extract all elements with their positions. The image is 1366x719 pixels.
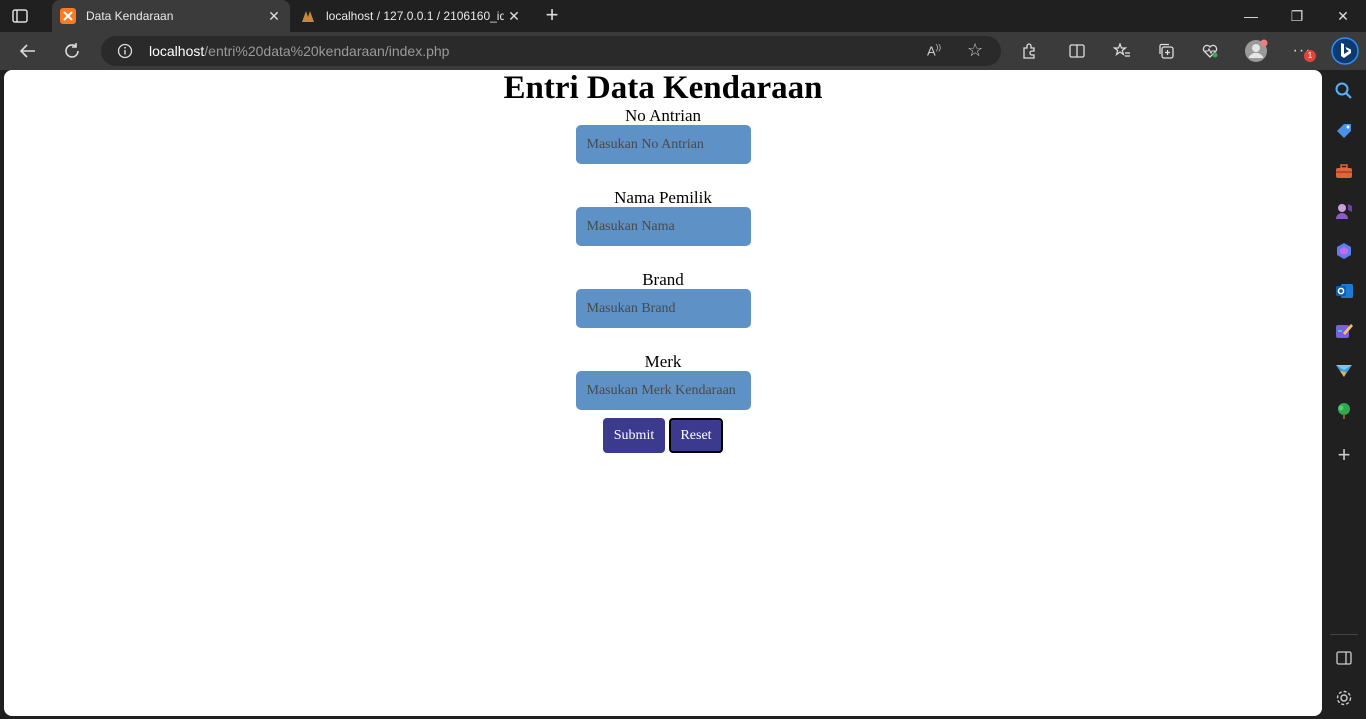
add-icon[interactable]: + <box>1334 444 1354 466</box>
address-bar[interactable]: localhost/entri%20data%20kendaraan/index… <box>101 36 1001 66</box>
sidebar-toggle-icon[interactable] <box>1334 648 1354 668</box>
tab-title: localhost / 127.0.0.1 / 2106160_id… <box>326 9 504 23</box>
tree-icon[interactable] <box>1334 401 1354 421</box>
phpmyadmin-favicon-icon <box>300 8 316 24</box>
edge-sidebar: + <box>1322 70 1366 719</box>
web-page: Entri Data Kendaraan No Antrian Nama Pem… <box>4 70 1322 716</box>
tab-title: Data Kendaraan <box>86 9 174 23</box>
site-info-icon[interactable] <box>117 43 133 59</box>
nama-pemilik-input[interactable] <box>575 207 751 246</box>
profile-avatar-icon[interactable] <box>1242 38 1270 64</box>
brand-label: Brand <box>642 270 684 289</box>
no-antrian-label: No Antrian <box>624 106 702 125</box>
field-group-brand: Brand <box>4 270 1322 352</box>
close-tab-icon[interactable]: ✕ <box>264 8 284 25</box>
toolbox-icon[interactable] <box>1334 161 1354 181</box>
designer-icon[interactable] <box>1334 321 1354 341</box>
outlook-icon[interactable] <box>1334 281 1354 301</box>
tab-bar: Data Kendaraan ✕ localhost / 127.0.0.1 /… <box>0 0 1366 32</box>
read-aloud-icon[interactable]: A)) <box>927 43 941 58</box>
collections-icon[interactable] <box>1152 38 1180 64</box>
no-antrian-input[interactable] <box>575 125 751 164</box>
close-tab-icon[interactable]: ✕ <box>504 8 524 25</box>
url-text: localhost/entri%20data%20kendaraan/index… <box>149 43 449 59</box>
brand-input[interactable] <box>575 289 751 328</box>
settings-icon[interactable] <box>1334 688 1354 708</box>
nama-pemilik-label: Nama Pemilik <box>614 188 712 207</box>
refresh-icon[interactable] <box>58 38 86 64</box>
tag-icon[interactable] <box>1334 121 1354 141</box>
tab-data-kendaraan[interactable]: Data Kendaraan ✕ <box>52 0 290 32</box>
restore-icon[interactable]: ❐ <box>1274 0 1320 32</box>
new-tab-icon[interactable]: + <box>540 4 564 28</box>
toolbar: localhost/entri%20data%20kendaraan/index… <box>0 32 1366 70</box>
xampp-favicon-icon <box>60 8 76 24</box>
form-buttons: Submit Reset <box>4 418 1322 453</box>
bing-copilot-icon[interactable] <box>1330 35 1360 67</box>
field-group-merk: Merk <box>4 352 1322 414</box>
copilot-icon[interactable] <box>1334 241 1354 261</box>
performance-heart-icon[interactable] <box>1196 38 1224 64</box>
close-window-icon[interactable]: ✕ <box>1320 0 1366 32</box>
reset-button[interactable]: Reset <box>669 418 723 453</box>
tab-actions-icon[interactable] <box>10 6 38 26</box>
merk-label: Merk <box>644 352 682 371</box>
submit-button[interactable]: Submit <box>603 418 665 453</box>
field-group-nama-pemilik: Nama Pemilik <box>4 188 1322 270</box>
back-icon[interactable] <box>14 38 42 64</box>
merk-input[interactable] <box>575 371 751 410</box>
field-group-no-antrian: No Antrian <box>4 106 1322 188</box>
extensions-icon[interactable] <box>1015 38 1043 64</box>
games-icon[interactable] <box>1334 201 1354 221</box>
url-path: /entri%20data%20kendaraan/index.php <box>204 43 450 59</box>
search-icon[interactable] <box>1334 81 1354 101</box>
more-menu-icon[interactable]: ··· 1 <box>1288 38 1316 64</box>
notification-badge: 1 <box>1304 50 1316 62</box>
sidebar-divider <box>1330 634 1358 635</box>
page-title: Entri Data Kendaraan <box>503 70 823 106</box>
favorites-icon[interactable] <box>1108 38 1136 64</box>
favorite-star-icon[interactable]: ☆ <box>967 40 983 61</box>
tab-phpmyadmin[interactable]: localhost / 127.0.0.1 / 2106160_id… ✕ <box>292 0 530 32</box>
form-container: Entri Data Kendaraan No Antrian Nama Pem… <box>4 70 1322 453</box>
url-host: localhost <box>149 43 205 59</box>
send-icon[interactable] <box>1334 361 1354 381</box>
minimize-icon[interactable]: — <box>1228 0 1274 32</box>
split-screen-icon[interactable] <box>1063 38 1091 64</box>
